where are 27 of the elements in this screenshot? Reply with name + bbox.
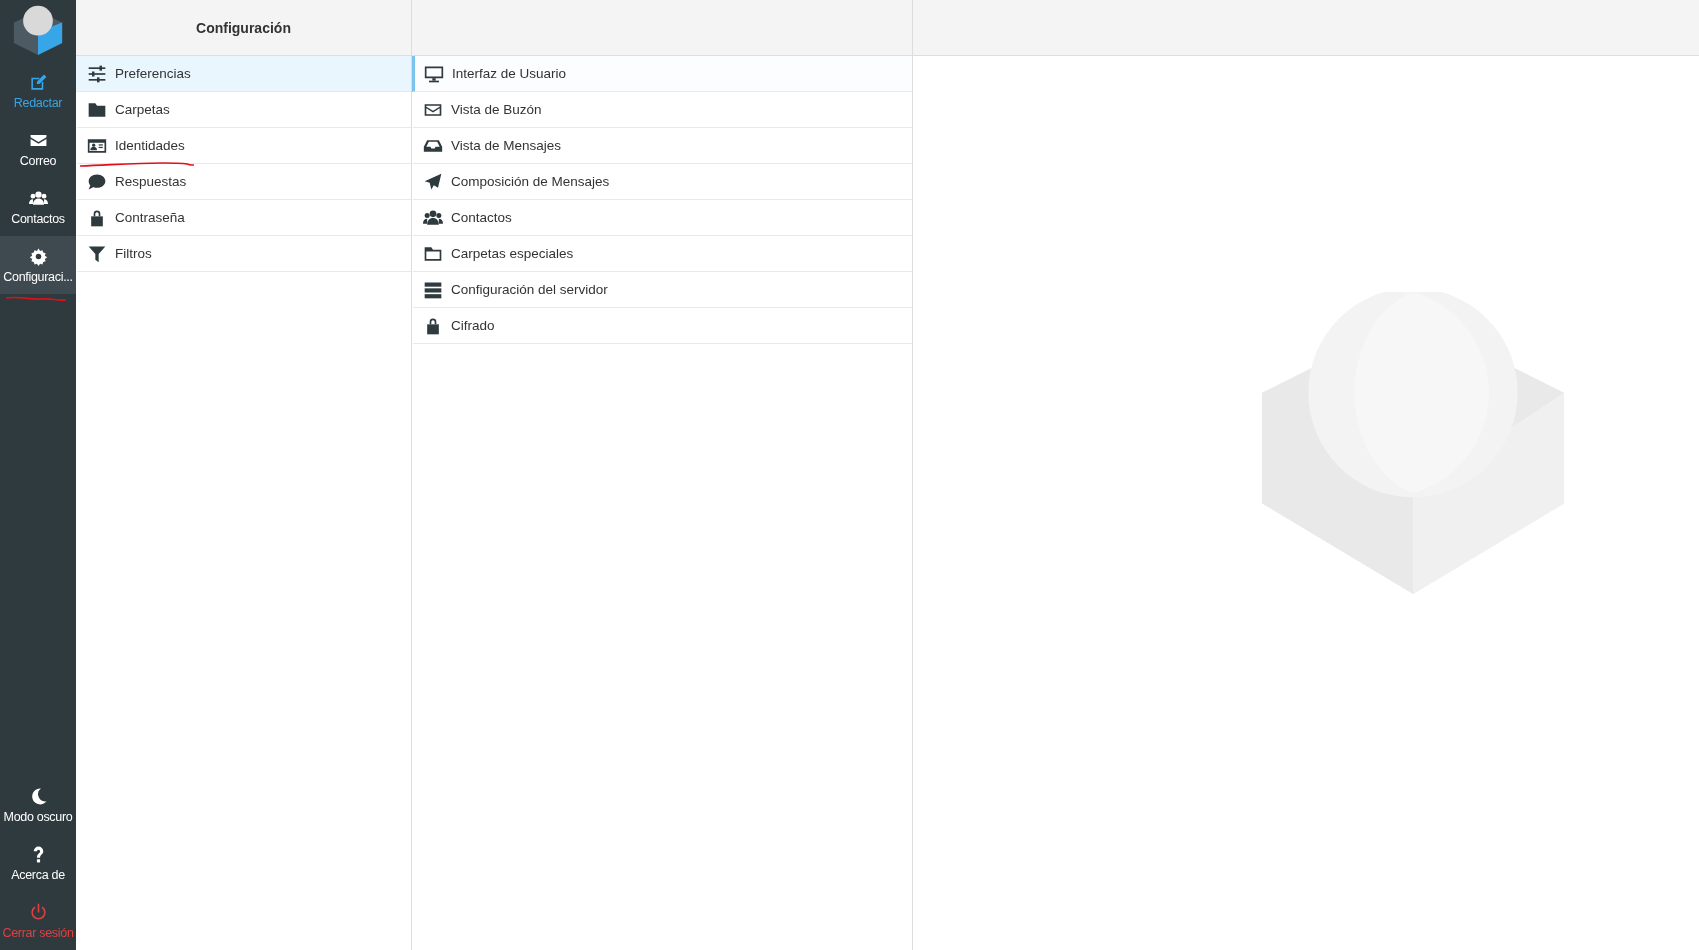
panel-title: Configuración [196, 19, 291, 36]
list-item[interactable]: Contactos [412, 200, 912, 236]
list-item[interactable]: Configuración del servidor [412, 272, 912, 308]
list-item[interactable]: Composición de Mensajes [412, 164, 912, 200]
nav-item[interactable]: Redactar [0, 62, 76, 120]
list-item[interactable]: Vista de Mensajes [412, 128, 912, 164]
power-icon [28, 902, 48, 922]
list-item[interactable]: Carpetas [76, 92, 411, 128]
nav-item[interactable]: Configuraci... [0, 236, 76, 294]
nav-item[interactable]: Correo [0, 120, 76, 178]
list-item[interactable]: Respuestas [76, 164, 411, 200]
nav-item[interactable]: Contactos [0, 178, 76, 236]
list-item[interactable]: Vista de Buzón [412, 92, 912, 128]
list-item[interactable]: Contraseña [76, 200, 411, 236]
list-item[interactable]: Preferencias [76, 56, 411, 92]
list-item[interactable]: Filtros [76, 236, 411, 272]
list-item[interactable]: Cifrado [412, 308, 912, 344]
list-item[interactable]: Identidades [76, 128, 411, 164]
list-item[interactable]: Interfaz de Usuario [412, 56, 912, 92]
list-item[interactable]: Carpetas especiales [412, 236, 912, 272]
nav-item[interactable]: Modo oscuro [0, 776, 76, 834]
pencil-square-icon [28, 72, 48, 92]
people-icon [28, 188, 48, 208]
paper-plane-icon [423, 171, 443, 192]
sliders-icon [87, 63, 107, 84]
settings-icon [28, 246, 48, 266]
nav-item[interactable]: Acerca de [0, 834, 76, 892]
